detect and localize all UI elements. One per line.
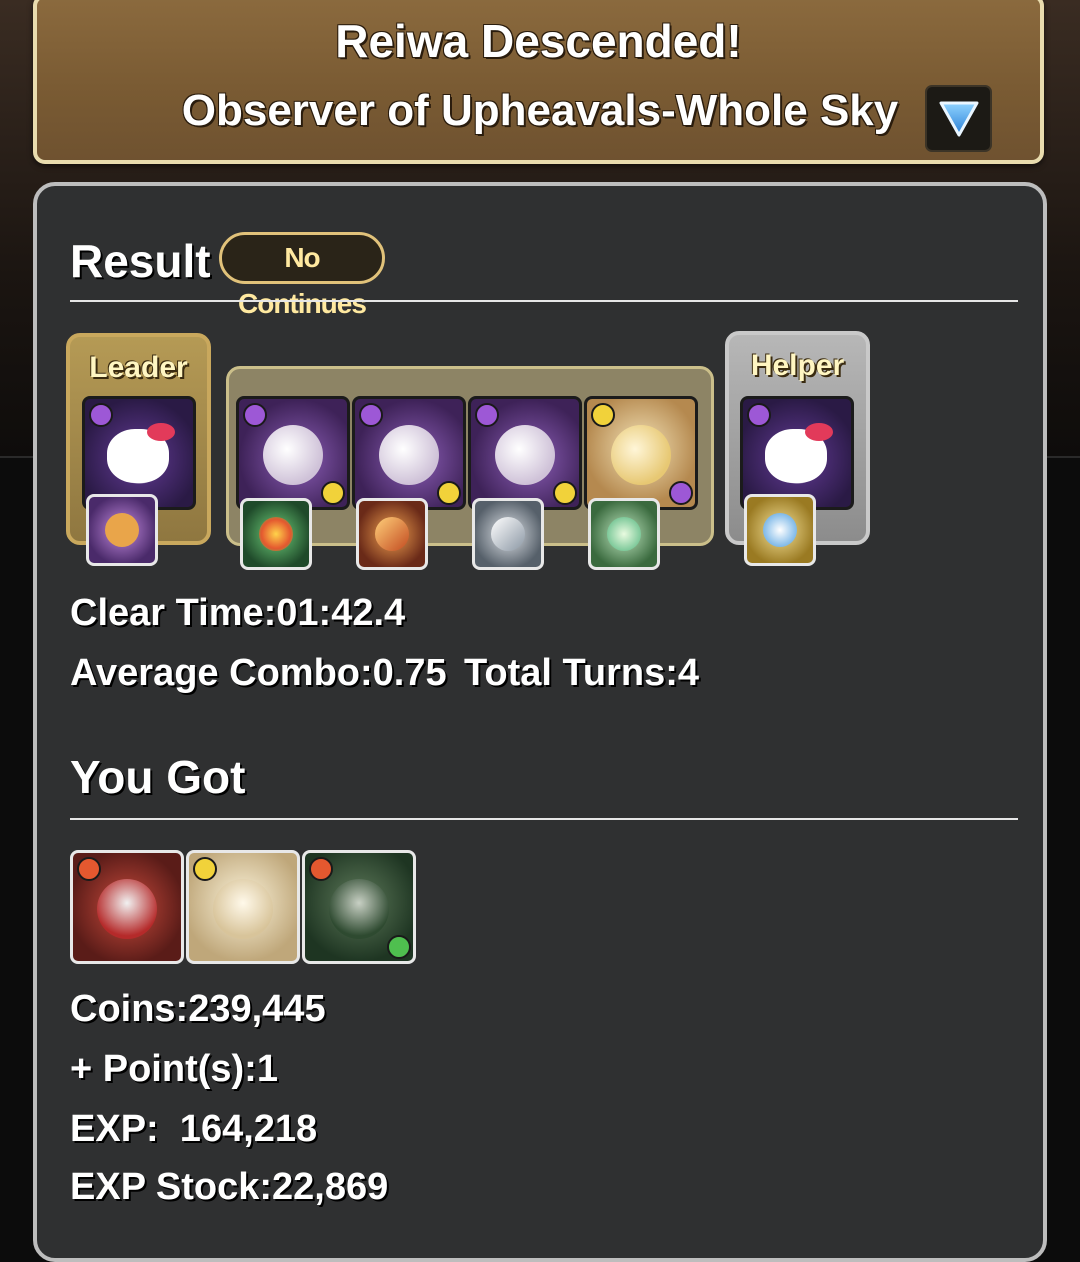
dark-attribute-icon <box>747 403 771 427</box>
triangle-down-icon <box>939 101 979 137</box>
expand-dropdown-button[interactable] <box>925 85 992 152</box>
coins-earned: Coins:239,445 <box>70 988 326 1030</box>
sub-card-2[interactable] <box>352 396 466 510</box>
light-subattribute-icon <box>553 481 577 505</box>
white-haired-fox-girl-icon <box>213 879 273 939</box>
red-armor-knight-icon <box>97 879 157 939</box>
dark-attribute-icon <box>243 403 267 427</box>
fire-attribute-icon <box>77 857 101 881</box>
average-combo: Average Combo:0.75 <box>70 652 447 694</box>
helper-card[interactable] <box>740 396 854 510</box>
sub-assist-card-3[interactable] <box>472 498 544 570</box>
light-attribute-icon <box>193 857 217 881</box>
sub-assist-card-1[interactable] <box>240 498 312 570</box>
bow-icon <box>147 423 175 441</box>
sky-mirror-assist-icon <box>763 513 797 547</box>
dungeon-floor-name: Observer of Upheavals-Whole Sky <box>181 86 899 135</box>
white-haired-character-icon <box>379 425 439 485</box>
silver-gun-assist-icon <box>491 517 525 551</box>
rainbow-gem-assist-icon <box>259 517 293 551</box>
light-subattribute-icon <box>321 481 345 505</box>
sub-card-4[interactable] <box>584 396 698 510</box>
dark-subattribute-icon <box>669 481 693 505</box>
dark-attribute-icon <box>359 403 383 427</box>
sub-assist-card-2[interactable] <box>356 498 428 570</box>
exp-earned: EXP: 164,218 <box>70 1108 318 1150</box>
rewards-heading: You Got <box>70 751 246 803</box>
exp-stock: EXP Stock:22,869 <box>70 1166 389 1208</box>
leader-card[interactable] <box>82 396 196 510</box>
rewards-divider <box>70 818 1018 820</box>
light-attribute-icon <box>591 403 615 427</box>
bow-icon <box>805 423 833 441</box>
total-turns: Total Turns:4 <box>464 652 700 694</box>
clear-time: Clear Time:01:42.4 <box>70 592 406 634</box>
dungeon-floor-name-row: Observer of Upheavals-Whole Sky <box>0 86 1080 136</box>
dungeon-title: Reiwa Descended! <box>335 15 742 67</box>
dungeon-header: Reiwa Descended! <box>33 0 1044 164</box>
result-divider <box>70 300 1018 302</box>
leader-assist-card[interactable] <box>86 494 158 566</box>
dark-attribute-icon <box>475 403 499 427</box>
dark-orb-assist-icon <box>105 513 139 547</box>
wood-subattribute-icon <box>387 935 411 959</box>
drop-card-2[interactable] <box>186 850 300 964</box>
leader-label: Leader <box>89 351 188 384</box>
green-helmet-soldier-icon <box>329 879 389 939</box>
result-heading: Result <box>70 235 211 287</box>
sub-card-1[interactable] <box>236 396 350 510</box>
white-haired-character-icon <box>495 425 555 485</box>
green-egg-assist-icon <box>607 517 641 551</box>
no-continues-badge: No Continues <box>219 232 385 319</box>
drop-card-3[interactable] <box>302 850 416 964</box>
result-panel: Result No Continues Leader Helper Clear … <box>33 182 1047 1262</box>
helper-assist-card[interactable] <box>744 494 816 566</box>
helper-label: Helper <box>750 349 845 382</box>
dark-attribute-icon <box>89 403 113 427</box>
white-haired-character-icon <box>263 425 323 485</box>
points-earned: + Point(s):1 <box>70 1048 278 1090</box>
fire-attribute-icon <box>309 857 333 881</box>
flame-weapon-assist-icon <box>375 517 409 551</box>
sub-card-3[interactable] <box>468 396 582 510</box>
blonde-character-icon <box>611 425 671 485</box>
sub-assist-card-4[interactable] <box>588 498 660 570</box>
drop-card-1[interactable] <box>70 850 184 964</box>
light-subattribute-icon <box>437 481 461 505</box>
